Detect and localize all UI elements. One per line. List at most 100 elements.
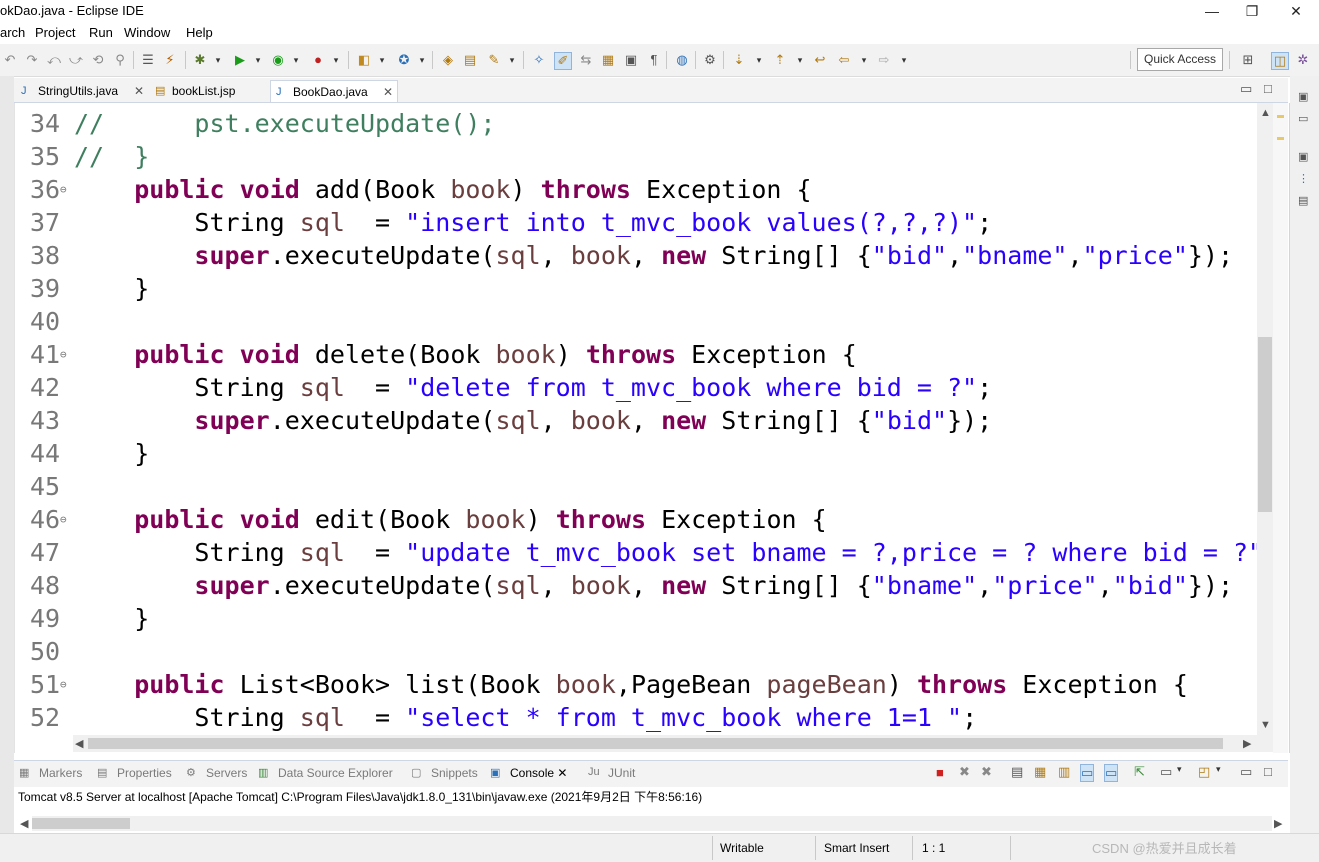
annotation-icon[interactable]: ✧ — [531, 52, 547, 68]
new-server-icon[interactable]: ◧ — [356, 52, 372, 68]
code-line[interactable]: 41 ⊖ public void delete(Book book) throws… — [15, 338, 1260, 371]
code-line[interactable]: 49 } — [15, 602, 1260, 635]
code-line[interactable]: 50 — [15, 635, 1260, 668]
fold-toggle-icon[interactable]: ⊖ — [60, 503, 67, 536]
terminate-icon[interactable]: ■ — [936, 765, 944, 780]
remove-all-icon[interactable]: ✖ — [981, 764, 992, 780]
word-wrap-icon[interactable]: ▥ — [1058, 764, 1070, 780]
maximize-button[interactable]: ❐ — [1229, 0, 1275, 22]
task-list-icon[interactable]: ▤ — [1298, 194, 1308, 207]
code-line[interactable]: 34// pst.executeUpdate(); — [15, 107, 1260, 140]
prev-annotation-icon[interactable]: ⇡ — [772, 52, 788, 68]
close-icon[interactable]: ✕ — [383, 81, 393, 103]
next-annotation-icon[interactable]: ⇣ — [731, 52, 747, 68]
close-icon[interactable]: ✕ — [134, 80, 144, 102]
java-ee-perspective-icon[interactable]: ◫ — [1271, 52, 1289, 70]
restore-icon[interactable]: ▣ — [1298, 150, 1308, 163]
remove-launch-icon[interactable]: ✖ — [959, 764, 970, 780]
close-button[interactable]: ✕ — [1273, 0, 1319, 22]
coverage-icon[interactable]: ◉ — [270, 52, 286, 68]
chevron-down-icon[interactable]: ▾ — [504, 52, 520, 68]
pin-icon[interactable]: ⚲ — [112, 52, 128, 68]
display-console-icon[interactable]: ▭ — [1160, 764, 1172, 780]
console-scroll-thumb[interactable] — [32, 818, 130, 829]
fold-toggle-icon[interactable]: ⊖ — [60, 668, 67, 701]
open-perspective-icon[interactable]: ⊞ — [1240, 52, 1256, 68]
scroll-right-icon[interactable]: ▶ — [1243, 737, 1251, 750]
open-console-icon[interactable]: ◰ — [1198, 764, 1210, 780]
show-stderr-icon[interactable]: ▭ — [1104, 764, 1119, 782]
chevron-down-icon[interactable]: ▾ — [792, 52, 808, 68]
external-tools-icon[interactable]: ● — [310, 52, 326, 68]
last-edit-icon[interactable]: ↩ — [812, 52, 828, 68]
code-content[interactable]: 34// pst.executeUpdate(); 35// } 36 ⊖ pub… — [15, 107, 1260, 739]
clear-console-icon[interactable]: ▤ — [1011, 764, 1023, 780]
scroll-down-icon[interactable]: ▼ — [1260, 719, 1271, 731]
chevron-down-icon[interactable]: ▾ — [328, 52, 344, 68]
chevron-down-icon[interactable]: ▾ — [1216, 764, 1221, 775]
horizontal-scroll-thumb[interactable] — [88, 738, 1223, 749]
tab-stringutils[interactable]: J StringUtils.java ✕ — [16, 80, 148, 102]
undo-icon[interactable]: ⤺ — [46, 52, 62, 68]
scroll-left-icon[interactable]: ◀ — [20, 817, 28, 830]
code-line[interactable]: 42 String sql = "delete from t_mvc_book … — [15, 371, 1260, 404]
tab-properties[interactable]: ▤ Properties — [97, 766, 172, 780]
code-line[interactable]: 35// } — [15, 140, 1260, 173]
debug-perspective-icon[interactable]: ✲ — [1295, 52, 1311, 68]
chevron-down-icon[interactable]: ▾ — [896, 52, 912, 68]
scroll-left-icon[interactable]: ◀ — [75, 737, 83, 750]
block-selection-icon[interactable]: ⇆ — [578, 52, 594, 68]
overview-ruler[interactable] — [1273, 103, 1288, 753]
minimize-editor-icon[interactable]: ▭ — [1240, 81, 1252, 97]
scroll-right-icon[interactable]: ▶ — [1274, 817, 1282, 830]
console-output[interactable]: ◀ ▶ — [14, 807, 1288, 833]
new-class-icon[interactable]: ✪ — [396, 52, 412, 68]
maximize-editor-icon[interactable]: □ — [1264, 81, 1272, 96]
compare-icon[interactable]: ▦ — [600, 52, 616, 68]
outline-icon[interactable]: ⋮ — [1298, 172, 1309, 185]
chevron-down-icon[interactable]: ▾ — [856, 52, 872, 68]
chevron-down-icon[interactable]: ▾ — [1177, 764, 1182, 775]
fold-toggle-icon[interactable]: ⊖ — [60, 338, 67, 371]
globe-icon[interactable]: ◍ — [674, 52, 690, 68]
code-editor[interactable]: 34// pst.executeUpdate(); 35// } 36 ⊖ pub… — [14, 103, 1290, 753]
code-line[interactable]: 46 ⊖ public void edit(Book book) throws E… — [15, 503, 1260, 536]
code-line[interactable]: 37 String sql = "insert into t_mvc_book … — [15, 206, 1260, 239]
chevron-down-icon[interactable]: ▾ — [374, 52, 390, 68]
history-icon[interactable]: ⟲ — [90, 52, 106, 68]
tab-booklist[interactable]: ▤ bookList.jsp — [150, 80, 270, 102]
show-stdout-icon[interactable]: ▭ — [1080, 764, 1095, 782]
scroll-up-icon[interactable]: ▲ — [1260, 107, 1271, 119]
code-line[interactable]: 51 ⊖ public List<Book> list(Book book,Pag… — [15, 668, 1260, 701]
debug-icon[interactable]: ✱ — [192, 52, 208, 68]
menu-search[interactable]: arch — [0, 25, 25, 40]
ruler-mark[interactable] — [1277, 115, 1284, 118]
tab-data-source-explorer[interactable]: ▥ Data Source Explorer — [258, 766, 393, 780]
code-line[interactable]: 45 — [15, 470, 1260, 503]
maximize-panel-icon[interactable]: □ — [1264, 764, 1272, 779]
chevron-down-icon[interactable]: ▾ — [414, 52, 430, 68]
code-line[interactable]: 47 String sql = "update t_mvc_book set b… — [15, 536, 1260, 569]
close-icon[interactable]: ✕ — [557, 766, 567, 780]
tab-snippets[interactable]: ▢ Snippets — [411, 766, 478, 780]
console-horizontal-scrollbar[interactable] — [32, 816, 1272, 831]
menu-help[interactable]: Help — [186, 25, 213, 40]
back-icon[interactable]: ⇦ — [836, 52, 852, 68]
quick-access-input[interactable]: Quick Access — [1137, 48, 1223, 71]
menu-window[interactable]: Window — [124, 25, 170, 40]
toggle-icon[interactable]: ⚡ — [162, 52, 178, 68]
vertical-scroll-thumb[interactable] — [1258, 337, 1272, 512]
chevron-down-icon[interactable]: ▾ — [210, 52, 226, 68]
code-line[interactable]: 52 String sql = "select * from t_mvc_boo… — [15, 701, 1260, 734]
search-icon[interactable]: ✎ — [486, 52, 502, 68]
open-type-icon[interactable]: ◈ — [440, 52, 456, 68]
nav-forward-icon[interactable]: ↷ — [24, 52, 40, 68]
chevron-down-icon[interactable]: ▾ — [751, 52, 767, 68]
list-icon[interactable]: ☰ — [140, 52, 156, 68]
code-line[interactable]: 39 } — [15, 272, 1260, 305]
nav-back-icon[interactable]: ↶ — [2, 52, 18, 68]
tab-servers[interactable]: ⚙ Servers — [186, 766, 247, 780]
menu-run[interactable]: Run — [89, 25, 113, 40]
minimize-panel-icon[interactable]: ▭ — [1240, 764, 1252, 780]
tab-console[interactable]: ▣ Console ✕ — [490, 766, 567, 780]
